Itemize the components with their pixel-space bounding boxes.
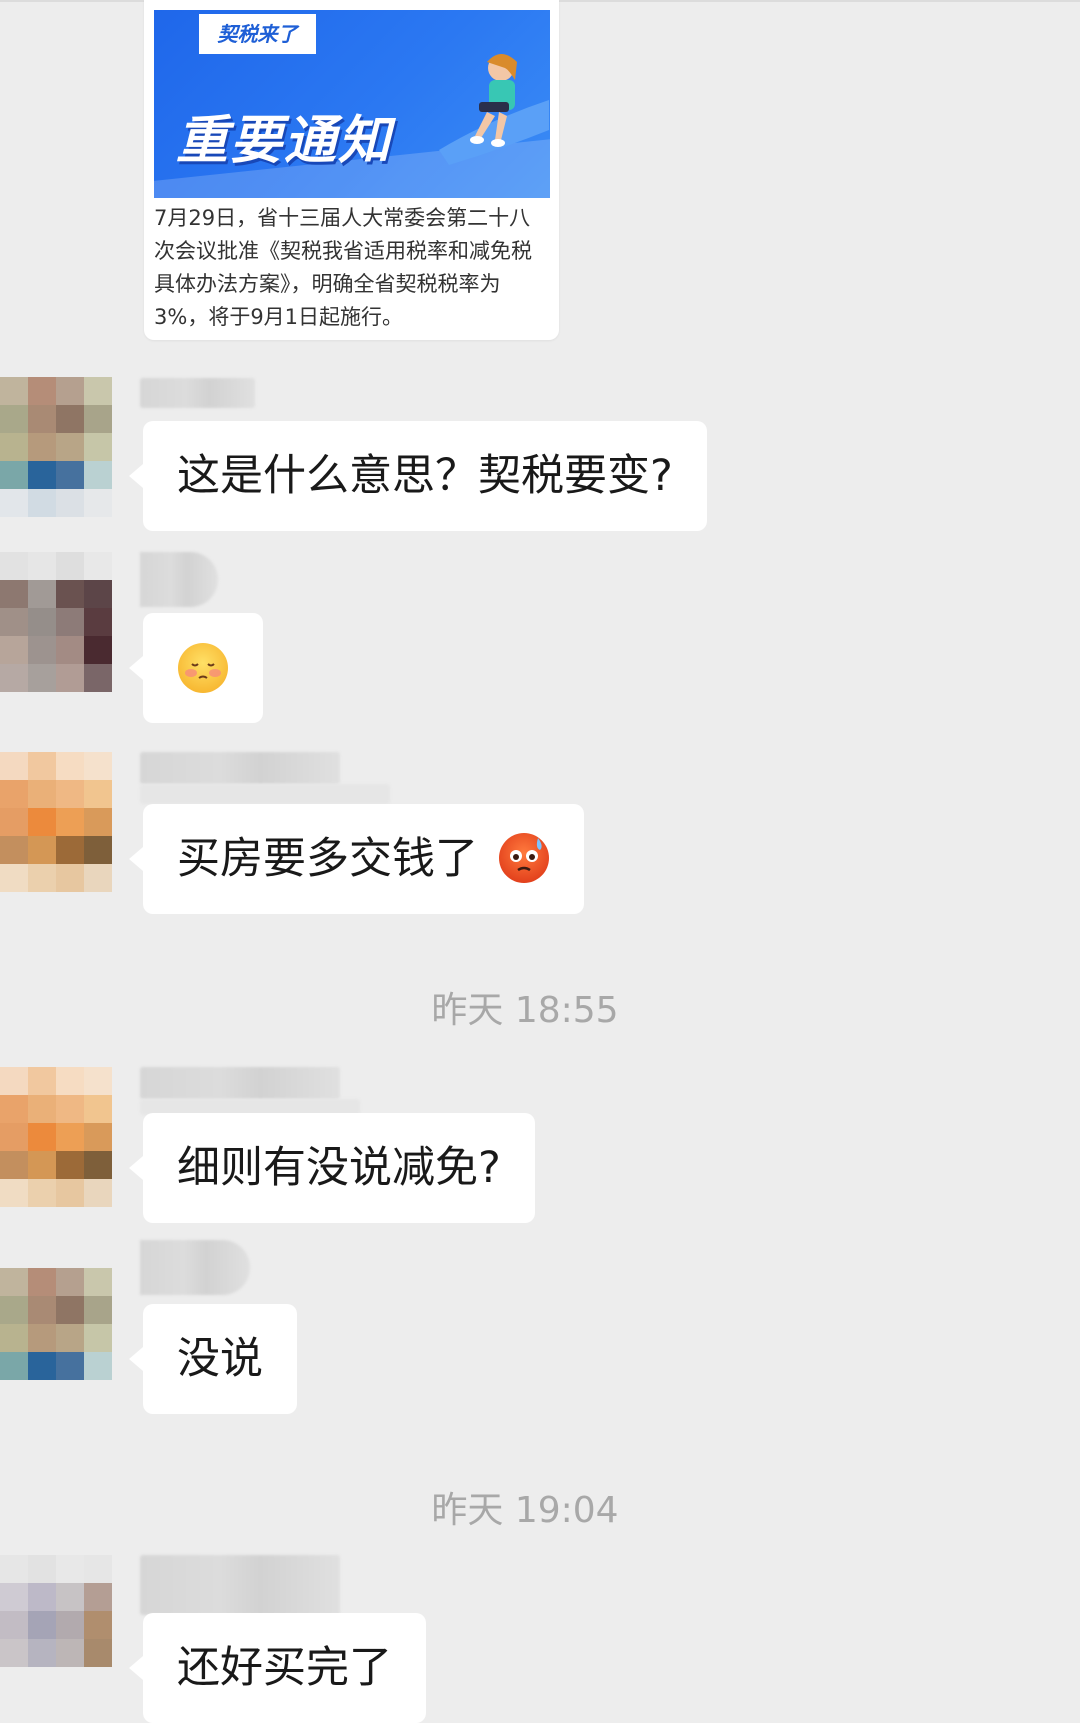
avatar[interactable]	[0, 377, 112, 517]
timestamp-separator: 昨天 18:55	[431, 990, 619, 1031]
message-text: 买房要多交钱了	[177, 834, 478, 884]
banner-headline: 重要通知	[176, 111, 393, 171]
sender-nickname	[140, 1555, 340, 1615]
message-bubble[interactable]: 还好买完了	[129, 1613, 426, 1723]
sender-nickname-shadow	[140, 784, 390, 804]
avatar[interactable]	[0, 1268, 112, 1382]
sender-nickname	[140, 378, 255, 408]
avatar[interactable]	[0, 752, 112, 894]
avatar[interactable]	[0, 552, 112, 692]
sender-nickname	[140, 752, 340, 784]
message-bubble[interactable]: 细则有没说减免?	[129, 1113, 535, 1223]
sender-nickname	[140, 1067, 340, 1099]
sender-nickname	[140, 1240, 250, 1295]
timestamp-separator: 昨天 19:04	[431, 1490, 619, 1531]
message-bubble[interactable]: 买房要多交钱了	[129, 804, 584, 914]
message-text: 没说	[177, 1334, 263, 1384]
article-description: 7月29日，省十三届人大常委会第二十八次会议批准《契税我省适用税率和减免税具体办…	[154, 206, 532, 329]
avatar[interactable]	[0, 1067, 112, 1209]
blushing-face-emoji	[178, 643, 228, 693]
message-bubble[interactable]: 这是什么意思？契税要变?	[129, 421, 707, 531]
message-text: 还好买完了	[177, 1643, 392, 1693]
message-text: 这是什么意思？契税要变?	[177, 451, 673, 501]
reading-girl-illustration	[439, 54, 549, 165]
message-bubble[interactable]	[129, 613, 263, 723]
article-banner-image: 契税来了 重要通知	[154, 10, 550, 198]
banner-tag: 契税来了	[199, 14, 316, 54]
avatar[interactable]	[0, 1555, 112, 1667]
angry-sweat-face-emoji	[498, 832, 549, 883]
sender-nickname	[140, 552, 218, 607]
message-bubble[interactable]: 没说	[129, 1304, 297, 1414]
message-text: 细则有没说减免?	[177, 1143, 501, 1193]
article-card[interactable]: 契税来了 重要通知 7月29日，省十三届人大常委会第二十八次会议批准《契税我省适…	[144, 0, 559, 340]
